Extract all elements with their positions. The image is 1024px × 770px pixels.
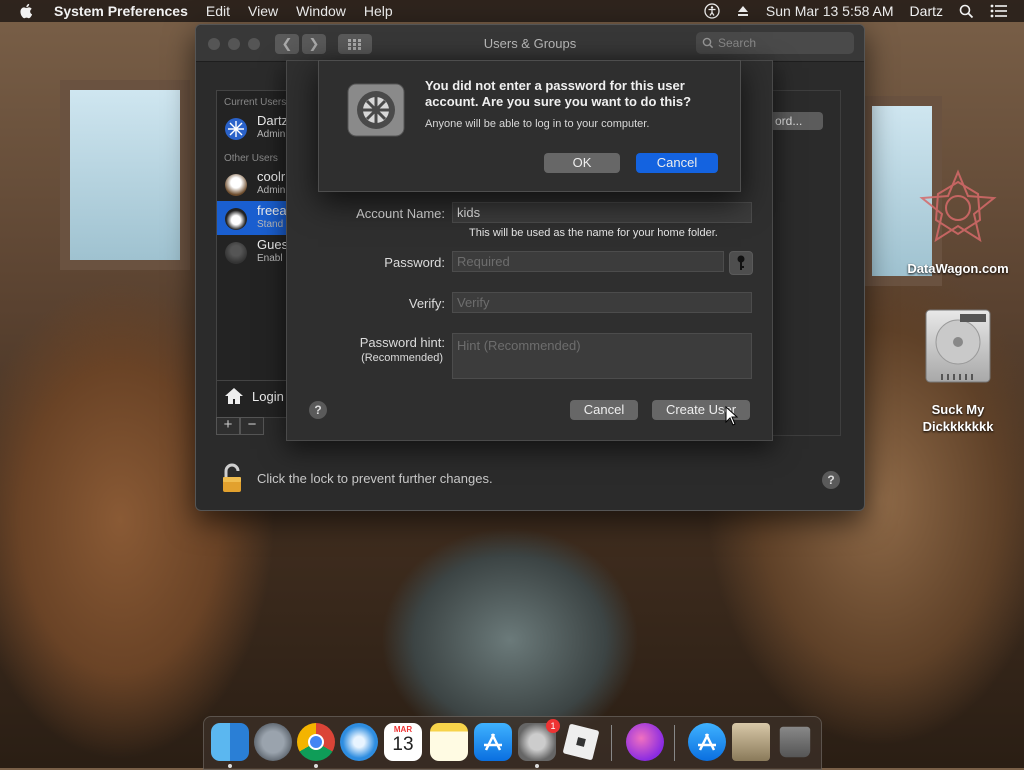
app-store-glyph bbox=[698, 733, 716, 751]
unlocked-padlock-icon[interactable] bbox=[220, 463, 246, 495]
wallpaper-window-left bbox=[60, 80, 190, 270]
alert-title: You did not enter a password for this us… bbox=[425, 78, 692, 109]
menu-app-name[interactable]: System Preferences bbox=[54, 3, 188, 19]
alert-cancel-button[interactable]: Cancel bbox=[636, 153, 718, 173]
eject-icon[interactable] bbox=[736, 4, 750, 18]
user-name: freea bbox=[257, 203, 287, 218]
cancel-button[interactable]: Cancel bbox=[570, 400, 638, 420]
account-name-field[interactable]: kids bbox=[452, 202, 752, 223]
account-name-label: Account Name: bbox=[356, 206, 445, 221]
user-role: Enabl bbox=[257, 253, 283, 264]
help-button[interactable]: ? bbox=[822, 471, 840, 489]
user-name: Dartz bbox=[257, 113, 289, 128]
dock-separator bbox=[674, 725, 675, 761]
search-placeholder: Search bbox=[718, 36, 757, 50]
calendar-day: 13 bbox=[392, 734, 414, 755]
running-indicator bbox=[535, 764, 539, 768]
password-assistant-button[interactable] bbox=[729, 251, 753, 275]
guest-avatar bbox=[225, 242, 247, 264]
mouse-cursor bbox=[725, 406, 739, 426]
trash-icon[interactable] bbox=[779, 726, 811, 758]
notes-icon[interactable] bbox=[430, 723, 468, 761]
key-icon bbox=[737, 255, 745, 270]
other-users-header: Other Users bbox=[224, 153, 278, 164]
notification-badge: 1 bbox=[546, 719, 560, 733]
ok-button[interactable]: OK bbox=[544, 153, 620, 173]
help-button[interactable]: ? bbox=[309, 401, 327, 419]
eagle-avatar bbox=[225, 174, 247, 196]
user-name: Gues bbox=[257, 237, 289, 252]
menu-clock[interactable]: Sun Mar 13 5:58 AM bbox=[766, 3, 894, 19]
chrome-icon[interactable] bbox=[297, 723, 335, 761]
menu-user-name[interactable]: Dartz bbox=[910, 3, 943, 19]
desktop-icon-label-drive[interactable]: Suck My Dickkkkkkk bbox=[904, 401, 1012, 435]
password-hint-sublabel: (Recommended) bbox=[361, 352, 443, 364]
apple-menu-icon[interactable] bbox=[18, 2, 36, 20]
app-store-icon[interactable] bbox=[474, 723, 512, 761]
installer-icon[interactable] bbox=[626, 723, 664, 761]
user-role: Stand bbox=[257, 219, 284, 230]
lock-status-text: Click the lock to prevent further change… bbox=[257, 471, 493, 486]
password-label: Password: bbox=[384, 255, 445, 270]
dock: MAR 13 1 bbox=[203, 716, 822, 770]
change-password-button[interactable]: ord... bbox=[769, 112, 823, 130]
account-name-hint: This will be used as the name for your h… bbox=[469, 227, 718, 239]
system-preferences-icon[interactable]: 1 bbox=[518, 719, 560, 761]
calendar-icon[interactable]: MAR 13 bbox=[384, 723, 422, 761]
menu-bar: System Preferences Edit View Window Help… bbox=[0, 0, 1024, 22]
menu-view[interactable]: View bbox=[248, 3, 278, 19]
menu-window[interactable]: Window bbox=[296, 3, 346, 19]
menu-help[interactable]: Help bbox=[364, 3, 393, 19]
app-store-download-icon[interactable] bbox=[688, 723, 726, 761]
desktop-icon-label-datawagon[interactable]: DataWagon.com bbox=[890, 261, 1024, 276]
launchpad-icon[interactable] bbox=[254, 723, 292, 761]
menu-edit[interactable]: Edit bbox=[206, 3, 230, 19]
verify-field[interactable]: Verify bbox=[452, 292, 752, 313]
verify-label: Verify: bbox=[408, 296, 445, 311]
user-role: Admin bbox=[257, 185, 286, 196]
login-options-label: Login bbox=[252, 389, 284, 404]
password-field[interactable]: Required bbox=[452, 251, 724, 272]
search-field[interactable]: Search bbox=[696, 32, 854, 54]
window-titlebar: ❮ ❯ Users & Groups Search bbox=[196, 25, 864, 62]
remove-user-button[interactable]: − bbox=[240, 417, 264, 435]
roblox-square bbox=[576, 737, 586, 747]
running-indicator bbox=[314, 764, 318, 768]
password-hint-field[interactable]: Hint (Recommended) bbox=[452, 333, 752, 379]
spotlight-search-icon[interactable] bbox=[959, 4, 974, 19]
accessibility-icon[interactable] bbox=[704, 3, 720, 19]
calendar-month: MAR bbox=[393, 725, 413, 734]
roblox-icon[interactable] bbox=[562, 723, 600, 761]
password-hint-label: Password hint: bbox=[359, 335, 445, 350]
snowflake-avatar bbox=[225, 118, 247, 140]
dock-separator bbox=[611, 725, 612, 761]
alert-message: Anyone will be able to log in to your co… bbox=[425, 118, 650, 130]
search-icon bbox=[702, 37, 714, 49]
app-store-glyph bbox=[484, 733, 502, 751]
archive-utility-icon[interactable] bbox=[732, 723, 770, 761]
datawagon-star-icon[interactable] bbox=[918, 168, 998, 248]
system-preferences-gear-icon bbox=[347, 83, 405, 137]
running-indicator bbox=[228, 764, 232, 768]
user-name: coolr bbox=[257, 169, 286, 184]
finder-icon[interactable] bbox=[211, 723, 249, 761]
current-users-header: Current Users bbox=[224, 97, 287, 108]
hard-drive-icon[interactable] bbox=[922, 308, 994, 386]
safari-icon[interactable] bbox=[340, 723, 378, 761]
house-icon bbox=[225, 388, 243, 404]
user-role: Admin bbox=[257, 129, 286, 140]
no-password-alert: You did not enter a password for this us… bbox=[318, 60, 741, 192]
chrome-center bbox=[308, 734, 324, 750]
add-user-button[interactable]: + bbox=[216, 417, 240, 435]
penguin-avatar bbox=[225, 208, 247, 230]
notification-center-icon[interactable] bbox=[990, 4, 1008, 18]
